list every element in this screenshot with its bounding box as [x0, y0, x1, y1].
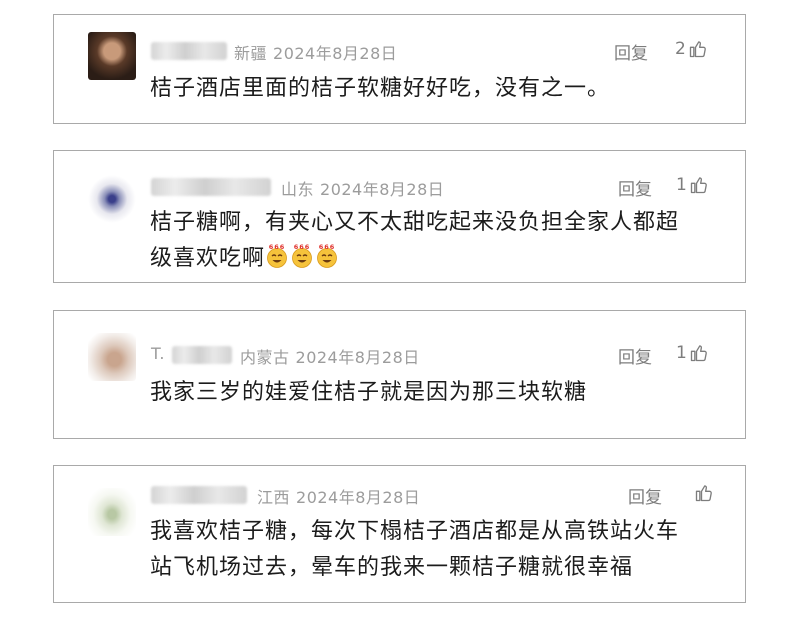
- date-label: 2024年8月28日: [295, 348, 420, 367]
- location-label: 山东: [281, 180, 315, 199]
- grinning-face-666-emoji: 666: [267, 243, 287, 268]
- location-label: 内蒙古: [240, 348, 290, 367]
- comment-meta: 江西 2024年8月28日: [257, 484, 420, 508]
- location-label: 江西: [257, 488, 291, 507]
- grinning-face-666-emoji: 666: [292, 243, 312, 268]
- comment-meta: 山东 2024年8月28日: [281, 176, 444, 200]
- emoji-666-label: 666: [319, 243, 336, 251]
- thumbs-up-icon: [690, 345, 707, 362]
- comment-text: 我喜欢桔子糖，每次下榻桔子酒店都是从高铁站火车 站飞机场过去，晕车的我来一颗桔子…: [150, 514, 740, 586]
- date-label: 2024年8月28日: [320, 180, 445, 199]
- like-button[interactable]: 1: [676, 343, 709, 363]
- comment-text: 桔子糖啊，有夹心又不太甜吃起来没负担全家人都超 级喜欢吃啊 666 666 666: [150, 205, 740, 277]
- thumbs-up-icon: [695, 485, 712, 502]
- comment-meta: T.: [151, 344, 165, 363]
- date-label: 2024年8月28日: [273, 44, 398, 63]
- like-button[interactable]: 2: [675, 39, 708, 59]
- date-label: 2024年8月28日: [296, 488, 421, 507]
- username-visible: T.: [151, 344, 165, 363]
- comment-text: 桔子酒店里面的桔子软糖好好吃，没有之一。: [150, 76, 611, 101]
- emoji-666-label: 666: [294, 243, 311, 251]
- avatar[interactable]: [88, 488, 136, 536]
- avatar[interactable]: [88, 175, 136, 223]
- username-blurred[interactable]: [172, 346, 232, 364]
- emoji-666-label: 666: [269, 243, 286, 251]
- like-count: 2: [675, 39, 686, 59]
- comment-card: T. 内蒙古 2024年8月28日 回复 1 我家三岁的娃爱住桔子就是因为那三块软…: [53, 310, 746, 439]
- grinning-face-666-emoji: 666: [317, 243, 337, 268]
- reply-button[interactable]: 回复: [614, 39, 648, 64]
- comment-card: 江西 2024年8月28日 回复 我喜欢桔子糖，每次下榻桔子酒店都是从高铁站火车 …: [53, 465, 746, 603]
- location-label: 新疆: [234, 44, 268, 63]
- like-button[interactable]: [692, 483, 714, 503]
- comment-text-line: 级喜欢吃啊 666 666 666: [150, 241, 740, 277]
- username-blurred[interactable]: [151, 178, 271, 196]
- comment-card: 新疆 2024年8月28日 回复 2 桔子酒店里面的桔子软糖好好吃，没有之一。: [53, 14, 746, 124]
- comment-card: 山东 2024年8月28日 回复 1 桔子糖啊，有夹心又不太甜吃起来没负担全家人都…: [53, 150, 746, 283]
- comment-text-line: 桔子糖啊，有夹心又不太甜吃起来没负担全家人都超: [150, 210, 680, 235]
- like-count: 1: [676, 175, 687, 195]
- username-blurred[interactable]: [151, 42, 227, 60]
- reply-button[interactable]: 回复: [618, 343, 652, 368]
- like-button[interactable]: 1: [676, 175, 709, 195]
- comment-text: 我家三岁的娃爱住桔子就是因为那三块软糖: [150, 380, 588, 405]
- comment-meta: 新疆 2024年8月28日: [234, 40, 397, 64]
- username-blurred[interactable]: [151, 486, 247, 504]
- thumbs-up-icon: [689, 41, 706, 58]
- like-count: 1: [676, 343, 687, 363]
- comment-text-line: 站飞机场过去，晕车的我来一颗桔子糖就很幸福: [150, 555, 634, 580]
- reply-button[interactable]: 回复: [628, 483, 662, 508]
- comment-text-fragment: 级喜欢吃啊: [150, 246, 266, 271]
- reply-button[interactable]: 回复: [618, 175, 652, 200]
- comment-meta: 内蒙古 2024年8月28日: [240, 344, 420, 368]
- thumbs-up-icon: [690, 177, 707, 194]
- comment-text-line: 我喜欢桔子糖，每次下榻桔子酒店都是从高铁站火车: [150, 519, 680, 544]
- avatar[interactable]: [88, 32, 136, 80]
- avatar[interactable]: [88, 333, 136, 381]
